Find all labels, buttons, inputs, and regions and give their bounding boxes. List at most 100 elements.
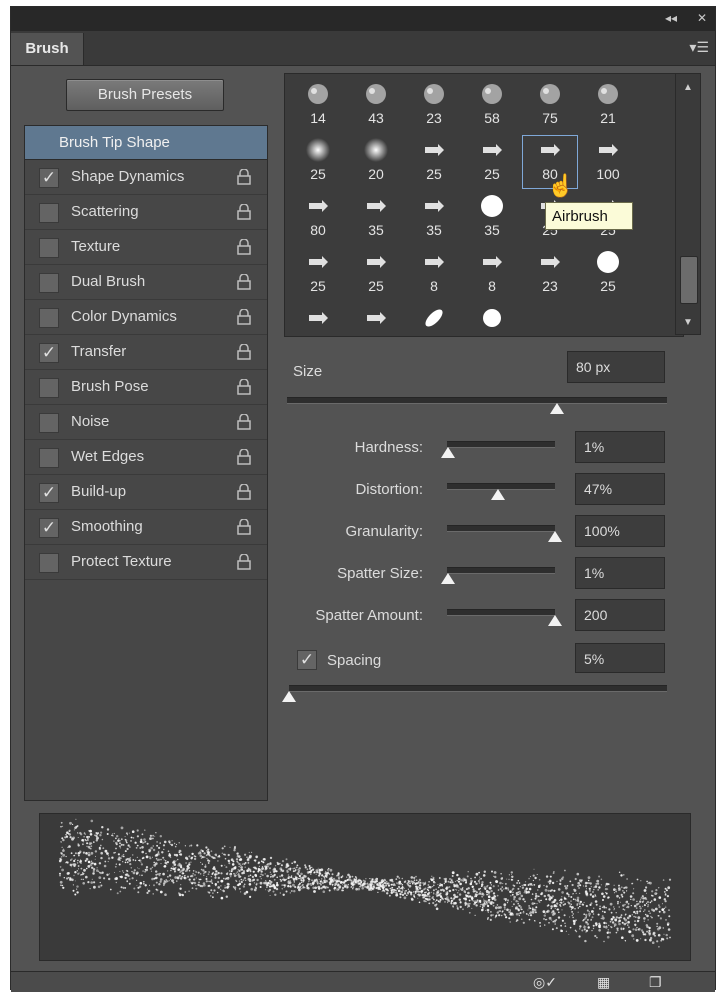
brush-option-9[interactable]: ✓ Build-up bbox=[25, 475, 267, 510]
brush-tip[interactable] bbox=[347, 302, 405, 358]
param-value-field[interactable]: 1% bbox=[575, 557, 665, 589]
toggle-live-tip-icon[interactable]: ◎✓ bbox=[533, 974, 557, 991]
param-slider-knob[interactable] bbox=[441, 447, 456, 458]
brush-tip[interactable]: 20 bbox=[347, 134, 405, 190]
brush-presets-button[interactable]: Brush Presets bbox=[66, 79, 224, 111]
tab-brush[interactable]: Brush bbox=[11, 33, 84, 65]
brush-option-0[interactable]: ✓ Shape Dynamics bbox=[25, 160, 267, 195]
brush-option-2[interactable]: Texture bbox=[25, 230, 267, 265]
brush-tip[interactable]: 25 bbox=[579, 246, 637, 302]
option-checkbox[interactable] bbox=[39, 378, 59, 398]
brush-tip[interactable]: 58 bbox=[463, 78, 521, 134]
lock-icon[interactable] bbox=[237, 414, 251, 430]
scrollbar-thumb[interactable] bbox=[680, 256, 698, 304]
brush-swatch-icon bbox=[308, 84, 328, 104]
brush-tip[interactable]: 35 bbox=[405, 190, 463, 246]
brush-option-4[interactable]: Color Dynamics bbox=[25, 300, 267, 335]
param-value-field[interactable]: 200 bbox=[575, 599, 665, 631]
hard-round-icon bbox=[483, 309, 501, 327]
param-slider-track[interactable] bbox=[447, 609, 555, 616]
grid-icon[interactable]: ▦ bbox=[597, 974, 610, 991]
stroke-preview-graphic bbox=[58, 818, 672, 948]
panel-menu-icon[interactable]: ▾☰ bbox=[689, 39, 709, 56]
brush-tip[interactable]: 35 bbox=[347, 190, 405, 246]
brush-tip[interactable]: 23 bbox=[405, 78, 463, 134]
brush-tip[interactable]: 25 bbox=[289, 134, 347, 190]
new-brush-icon[interactable]: ❐ bbox=[649, 974, 662, 991]
brush-option-11[interactable]: Protect Texture bbox=[25, 545, 267, 580]
brush-tip[interactable]: 25 bbox=[289, 246, 347, 302]
brush-tip[interactable]: 25 bbox=[405, 134, 463, 190]
brush-option-8[interactable]: Wet Edges bbox=[25, 440, 267, 475]
brush-tip[interactable] bbox=[463, 302, 521, 358]
param-slider-knob[interactable] bbox=[548, 531, 562, 542]
close-icon[interactable]: ✕ bbox=[697, 11, 707, 25]
lock-icon[interactable] bbox=[237, 379, 251, 395]
brush-tip[interactable] bbox=[289, 302, 347, 358]
option-checkbox[interactable]: ✓ bbox=[39, 343, 59, 363]
param-slider-track[interactable] bbox=[447, 441, 555, 448]
param-value-field[interactable]: 1% bbox=[575, 431, 665, 463]
brush-option-5[interactable]: ✓ Transfer bbox=[25, 335, 267, 370]
param-value-field[interactable]: 100% bbox=[575, 515, 665, 547]
arrow-brush-icon bbox=[367, 312, 386, 324]
spacing-slider-knob[interactable] bbox=[282, 691, 296, 702]
brush-tip[interactable]: 14 bbox=[289, 78, 347, 134]
collapse-icon[interactable]: ◂◂ bbox=[665, 11, 677, 25]
brush-tip-shape-item[interactable]: Brush Tip Shape bbox=[25, 126, 267, 160]
brush-option-10[interactable]: ✓ Smoothing bbox=[25, 510, 267, 545]
lock-icon[interactable] bbox=[237, 169, 251, 185]
lock-icon[interactable] bbox=[237, 239, 251, 255]
lock-icon[interactable] bbox=[237, 309, 251, 325]
brush-tip[interactable]: 21 bbox=[579, 78, 637, 134]
spacing-value-field[interactable]: 5% bbox=[575, 643, 665, 673]
option-checkbox[interactable] bbox=[39, 308, 59, 328]
brush-option-6[interactable]: Brush Pose bbox=[25, 370, 267, 405]
lock-icon[interactable] bbox=[237, 449, 251, 465]
option-checkbox[interactable] bbox=[39, 273, 59, 293]
lock-icon[interactable] bbox=[237, 274, 251, 290]
brush-tip[interactable]: 8 bbox=[405, 246, 463, 302]
lock-icon[interactable] bbox=[237, 519, 251, 535]
param-slider-knob[interactable] bbox=[548, 615, 562, 626]
scroll-up-icon[interactable]: ▲ bbox=[683, 82, 693, 93]
param-slider-track[interactable] bbox=[447, 525, 555, 532]
spacing-slider-track[interactable] bbox=[289, 685, 667, 692]
size-slider-knob[interactable] bbox=[549, 403, 564, 414]
brush-tip[interactable]: 43 bbox=[347, 78, 405, 134]
option-checkbox[interactable]: ✓ bbox=[39, 518, 59, 538]
brush-grid-scrollbar[interactable]: ▲ ▼ bbox=[675, 73, 701, 335]
brush-tip[interactable]: 23 bbox=[521, 246, 579, 302]
size-slider-track[interactable] bbox=[287, 397, 667, 404]
option-checkbox[interactable] bbox=[39, 238, 59, 258]
brush-tip[interactable]: 8 bbox=[463, 246, 521, 302]
spacing-checkbox[interactable]: ✓ bbox=[297, 650, 317, 670]
param-value-field[interactable]: 47% bbox=[575, 473, 665, 505]
brush-tip[interactable]: 35 bbox=[463, 190, 521, 246]
param-slider-track[interactable] bbox=[447, 567, 555, 574]
scroll-down-icon[interactable]: ▼ bbox=[683, 317, 693, 328]
brush-tip[interactable]: 25 bbox=[347, 246, 405, 302]
lock-icon[interactable] bbox=[237, 344, 251, 360]
option-checkbox[interactable] bbox=[39, 553, 59, 573]
brush-tip[interactable]: 75 bbox=[521, 78, 579, 134]
option-checkbox[interactable] bbox=[39, 203, 59, 223]
option-checkbox[interactable]: ✓ bbox=[39, 168, 59, 188]
lock-icon[interactable] bbox=[237, 554, 251, 570]
lock-icon[interactable] bbox=[237, 484, 251, 500]
option-checkbox[interactable] bbox=[39, 413, 59, 433]
brush-option-3[interactable]: Dual Brush bbox=[25, 265, 267, 300]
param-slider-knob[interactable] bbox=[441, 573, 456, 584]
brush-option-1[interactable]: Scattering bbox=[25, 195, 267, 230]
brush-tip[interactable]: 25 bbox=[463, 134, 521, 190]
lock-icon[interactable] bbox=[237, 204, 251, 220]
option-checkbox[interactable] bbox=[39, 448, 59, 468]
option-checkbox[interactable]: ✓ bbox=[39, 483, 59, 503]
brush-tip[interactable]: 100 bbox=[579, 134, 637, 190]
brush-size-label: 23 bbox=[542, 278, 558, 294]
param-slider-knob[interactable] bbox=[490, 489, 505, 500]
brush-tip[interactable] bbox=[405, 302, 463, 358]
brush-tip[interactable]: 80 bbox=[289, 190, 347, 246]
size-value-field[interactable]: 80 px bbox=[567, 351, 665, 383]
brush-option-7[interactable]: Noise bbox=[25, 405, 267, 440]
